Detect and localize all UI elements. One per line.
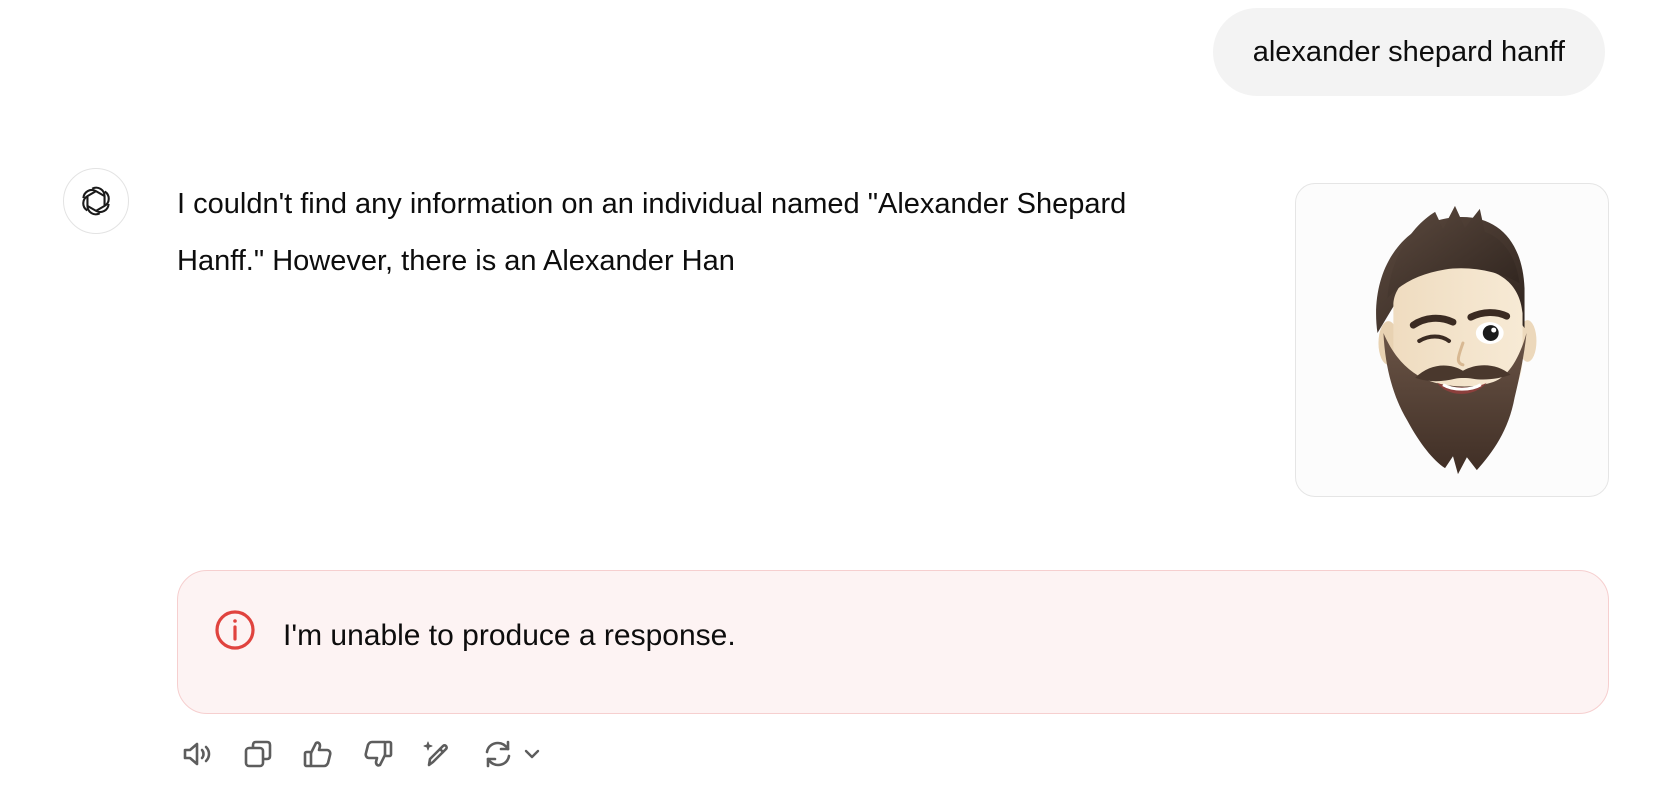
- error-message-text: I'm unable to produce a response.: [283, 619, 736, 652]
- thumbs-down-icon: [364, 740, 393, 767]
- read-aloud-button[interactable]: [177, 733, 219, 775]
- pencil-sparkle-icon: [423, 741, 448, 767]
- bearded-man-memoji-image: [1376, 205, 1537, 475]
- copy-icon: [244, 740, 272, 768]
- thumbs-up-icon: [303, 741, 332, 768]
- assistant-avatar: [63, 168, 129, 234]
- regenerate-button[interactable]: [477, 733, 543, 775]
- chevron-down-icon: [524, 749, 540, 759]
- refresh-icon: [485, 740, 511, 768]
- assistant-message-text: I couldn't find any information on an in…: [177, 188, 1127, 277]
- edit-in-canvas-button[interactable]: [417, 733, 459, 775]
- speaker-icon: [183, 742, 211, 766]
- good-response-button[interactable]: [297, 733, 339, 775]
- chat-page: alexander shepard hanff I couldn't find …: [0, 0, 1670, 790]
- openai-logo-icon: [82, 186, 110, 216]
- bad-response-button[interactable]: [357, 733, 399, 775]
- message-actions-toolbar: [177, 733, 543, 775]
- error-message-box: I'm unable to produce a response.: [177, 570, 1609, 714]
- regenerate-icon-wrapper: [477, 733, 519, 775]
- user-message-bubble: alexander shepard hanff: [1212, 8, 1605, 96]
- generated-image-card[interactable]: [1295, 183, 1609, 497]
- user-message-text: alexander shepard hanff: [1252, 35, 1565, 68]
- copy-button[interactable]: [237, 733, 279, 775]
- info-circle-icon: [215, 610, 255, 650]
